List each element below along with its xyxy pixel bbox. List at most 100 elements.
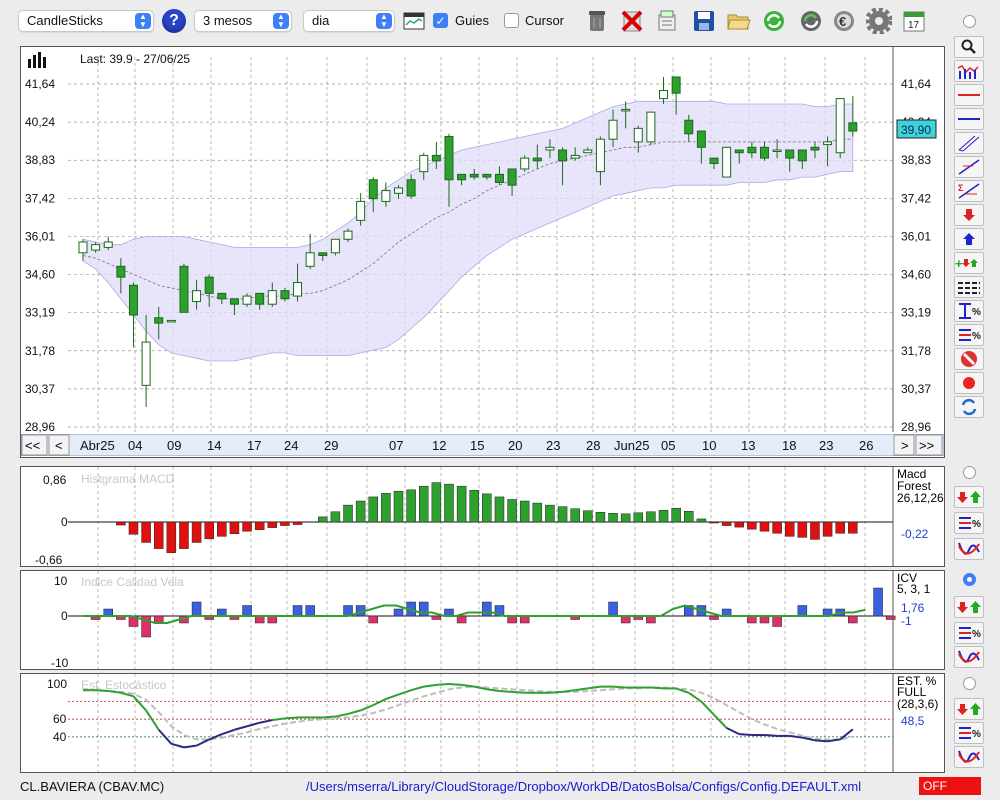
- macd-bar: [406, 489, 416, 523]
- macd-panel-radio[interactable]: [963, 466, 976, 479]
- y-tick-label: 34,60: [901, 268, 931, 282]
- icv-chart[interactable]: Indice Calidad Vela 100-10 ICV 5, 3, 1 1…: [21, 571, 944, 670]
- hline-blue-icon[interactable]: [954, 108, 984, 130]
- fibonacci-icon[interactable]: Σ: [954, 180, 984, 202]
- stop-icon[interactable]: [954, 348, 984, 370]
- icv-bar: [305, 605, 315, 617]
- stoch-segment: [739, 733, 752, 737]
- refresh-icon[interactable]: [760, 7, 788, 35]
- candle: [179, 263, 189, 313]
- svg-text:%: %: [972, 307, 981, 318]
- chart-type-select[interactable]: CandleSticks ▲ ▼: [18, 10, 154, 32]
- cursor-checkbox[interactable]: [504, 13, 519, 28]
- save-icon[interactable]: [690, 7, 718, 35]
- price-chart[interactable]: 41,64 40,24 38,83 37,42 36,01 34,60 33,19 31,78…: [21, 47, 944, 457]
- macd-bar: [431, 482, 442, 523]
- nav-prev-button[interactable]: <: [48, 434, 70, 456]
- macd-bar: [797, 521, 808, 538]
- main-panel-radio[interactable]: [963, 15, 976, 28]
- stoch-segment: [246, 721, 260, 728]
- record-icon[interactable]: [954, 372, 984, 394]
- macd-value: -0,22: [901, 527, 929, 541]
- percent-lines-icon[interactable]: %: [954, 324, 984, 346]
- nav-first-button[interactable]: <<: [21, 434, 48, 456]
- macd-bar: [469, 490, 479, 523]
- curve-icon[interactable]: [954, 646, 984, 668]
- x-tick-label: 07: [389, 438, 403, 453]
- x-tick-label: 23: [546, 438, 560, 453]
- macd-bar: [759, 521, 770, 532]
- percent-range-icon[interactable]: %: [954, 300, 984, 322]
- stoch-label-3: (28,3,6): [897, 697, 938, 711]
- x-tick-label: Abr25: [80, 438, 115, 453]
- delete-icon[interactable]: [618, 7, 646, 35]
- stoch-panel-radio[interactable]: [963, 677, 976, 690]
- y-tick-label: 34,60: [25, 268, 55, 282]
- export-icon[interactable]: [653, 7, 681, 35]
- trendline-icon[interactable]: [954, 156, 984, 178]
- guides-checkbox[interactable]: ✓: [433, 13, 448, 28]
- curve-icon[interactable]: [954, 746, 984, 768]
- stoch-segment: [132, 695, 147, 712]
- stoch-segment: [145, 709, 160, 731]
- interval-select[interactable]: dia ▲ ▼: [303, 10, 395, 32]
- stoch-value: 48,5: [901, 714, 925, 728]
- macd-bar: [696, 518, 707, 523]
- candle: [835, 98, 845, 159]
- stoch-segment: [436, 683, 450, 686]
- open-folder-icon[interactable]: [725, 7, 753, 35]
- macd-bar: [242, 521, 252, 532]
- add-signal-icon[interactable]: +: [954, 252, 984, 274]
- percent-lines-icon[interactable]: %: [954, 512, 984, 534]
- x-tick-label: 10: [702, 438, 716, 453]
- nav-next-button[interactable]: >: [893, 434, 915, 456]
- add-signal-icon[interactable]: [954, 486, 984, 508]
- hline-red-icon[interactable]: [954, 84, 984, 106]
- config-path-link[interactable]: /Users/mserra/Library/CloudStorage/Dropb…: [306, 779, 861, 794]
- off-indicator[interactable]: OFF: [919, 777, 981, 795]
- stoch-segment: [650, 686, 664, 690]
- macd-bar: [532, 502, 543, 523]
- chart-settings-icon[interactable]: [400, 7, 428, 35]
- period-select[interactable]: 3 mesos ▲ ▼: [194, 10, 292, 32]
- icv-bar: [646, 615, 656, 624]
- percent-lines-icon[interactable]: %: [954, 622, 984, 644]
- macd-bar: [204, 521, 214, 540]
- macd-bar: [153, 521, 164, 549]
- buy-arrow-icon[interactable]: [954, 228, 984, 250]
- macd-chart[interactable]: Histgrama MACD 0,860-0,66 Macd Forest 26…: [21, 467, 944, 567]
- chevron-updown-icon: ▲ ▼: [376, 13, 392, 29]
- macd-bar: [658, 509, 669, 523]
- channel-icon[interactable]: [954, 132, 984, 154]
- icv-bar: [482, 601, 492, 617]
- x-tick-label: 23: [819, 438, 833, 453]
- stoch-segment: [612, 685, 626, 689]
- trash-icon[interactable]: [583, 7, 611, 35]
- add-signal-icon[interactable]: [954, 596, 984, 618]
- macd-bar: [116, 521, 126, 526]
- icv-bar: [393, 608, 404, 617]
- zoom-icon[interactable]: [954, 36, 984, 58]
- stoch-chart[interactable]: Est. Estocástico 1006040 EST. % FULL (28…: [21, 674, 944, 772]
- y-tick-label: 41,64: [901, 77, 931, 91]
- help-button[interactable]: ?: [162, 9, 186, 33]
- macd-bar: [684, 511, 694, 523]
- grid-lines-icon[interactable]: [954, 276, 984, 298]
- stoch-segment: [410, 685, 425, 692]
- add-signal-icon[interactable]: [954, 698, 984, 720]
- macd-bar: [557, 506, 568, 523]
- currency-icon[interactable]: €: [830, 7, 858, 35]
- gear-icon[interactable]: [865, 7, 893, 35]
- calendar-icon[interactable]: 17: [900, 7, 928, 35]
- curve-icon[interactable]: [954, 538, 984, 560]
- bar-chart-icon[interactable]: [954, 60, 984, 82]
- sell-arrow-icon[interactable]: [954, 204, 984, 226]
- svg-text:+: +: [955, 256, 963, 270]
- icv-panel-radio[interactable]: [963, 573, 976, 586]
- macd-bar: [393, 491, 404, 523]
- swap-icon[interactable]: [954, 396, 984, 418]
- y-tick-label: 30,37: [25, 382, 55, 396]
- nav-last-button[interactable]: >>: [915, 434, 943, 456]
- sync-icon[interactable]: [797, 7, 825, 35]
- percent-lines-icon[interactable]: %: [954, 722, 984, 744]
